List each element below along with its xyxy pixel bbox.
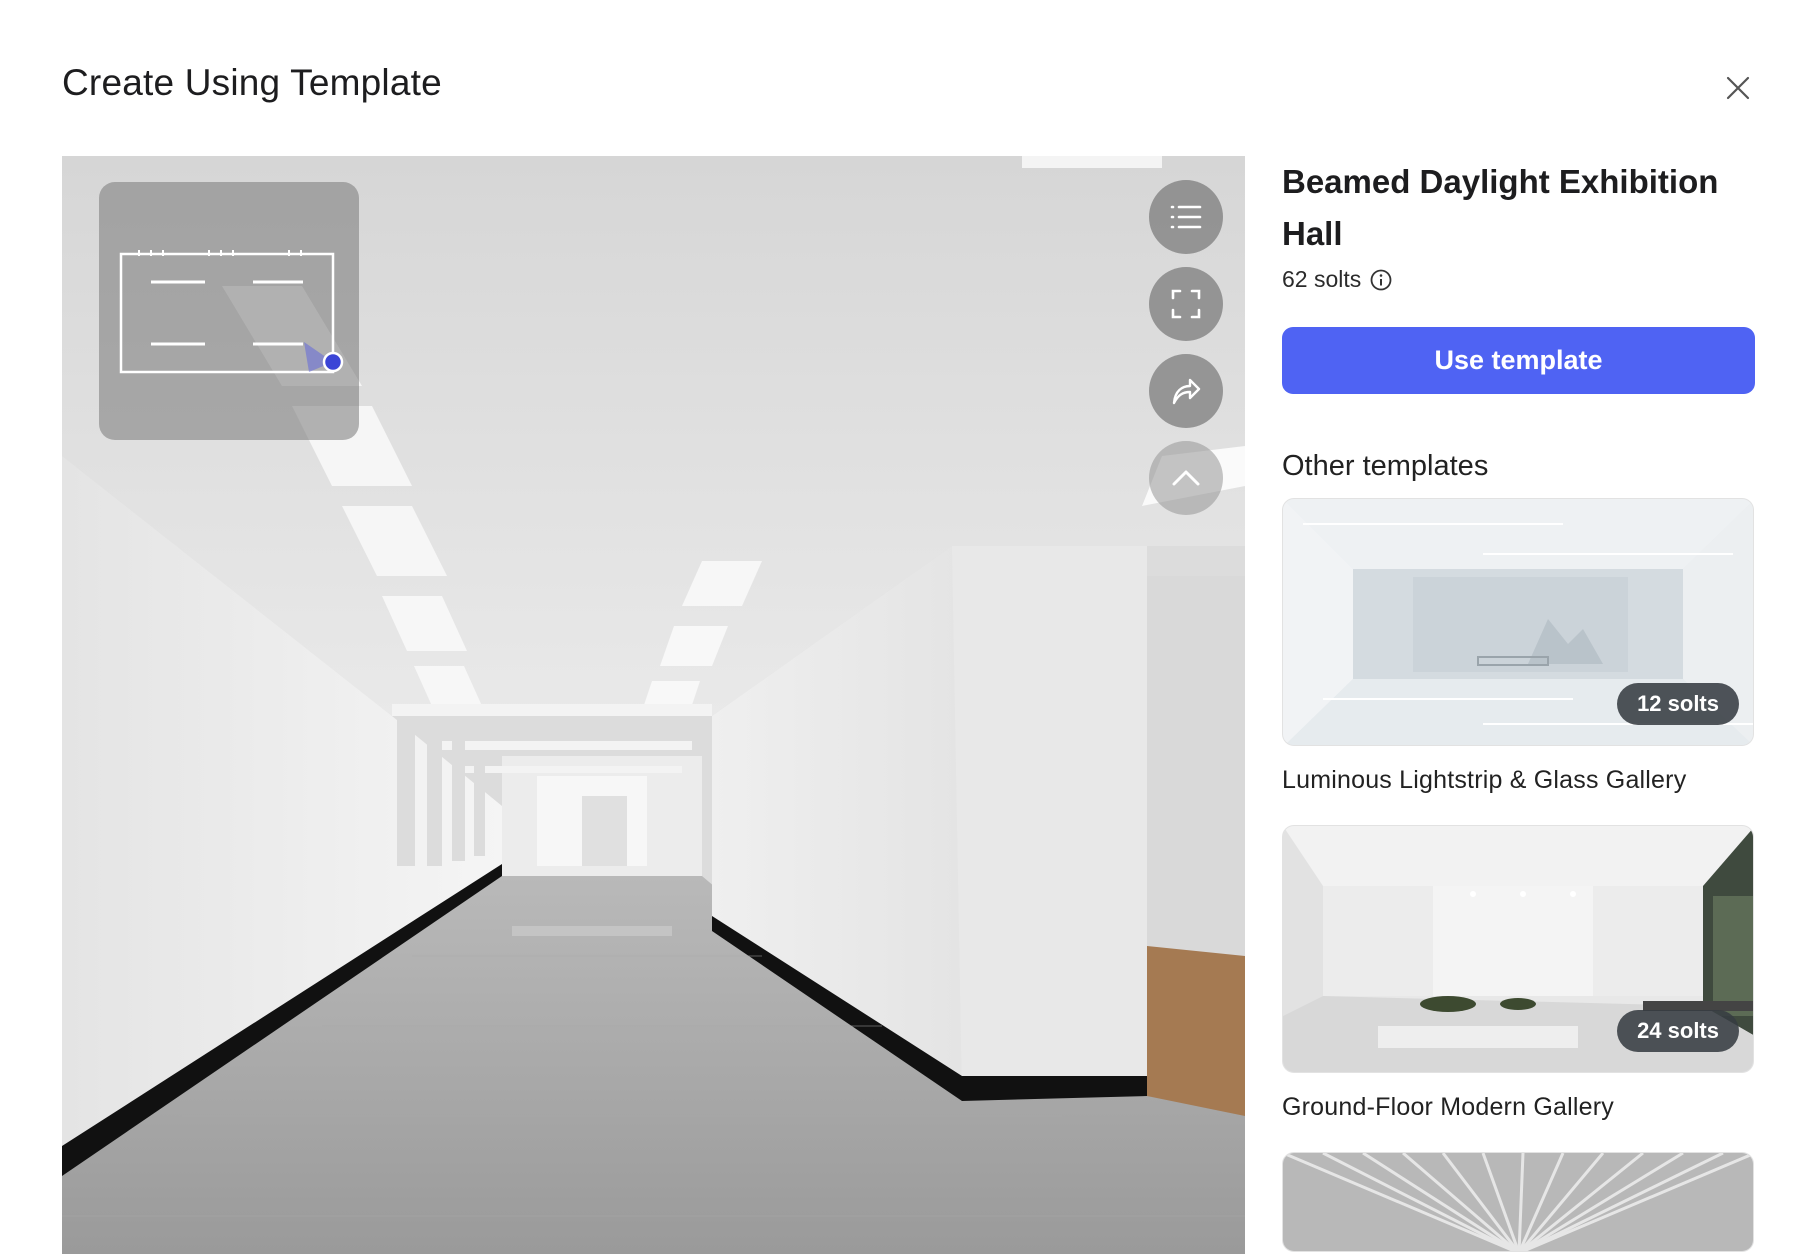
template-details-panel: Beamed Daylight Exhibition Hall 62 solts… <box>1282 156 1756 1252</box>
slot-count: 62 solts <box>1282 266 1756 293</box>
fullscreen-button[interactable] <box>1149 267 1223 341</box>
close-button[interactable] <box>1718 68 1758 108</box>
list-icon <box>1170 205 1202 229</box>
dialog-title: Create Using Template <box>62 62 442 103</box>
template-card[interactable]: 12 solts Luminous Lightstrip & Glass Gal… <box>1282 498 1756 795</box>
list-button[interactable] <box>1149 180 1223 254</box>
template-card-name[interactable]: Ground-Floor Modern Gallery <box>1282 1093 1756 1122</box>
share-icon <box>1172 378 1201 405</box>
chevron-up-icon <box>1172 470 1200 486</box>
template-3d-preview[interactable] <box>62 156 1245 1254</box>
template-thumbnail[interactable] <box>1282 1152 1754 1252</box>
use-template-button[interactable]: Use template <box>1282 327 1755 394</box>
template-thumbnail[interactable]: 24 solts <box>1282 825 1754 1073</box>
minimap-position-marker <box>322 351 344 373</box>
slot-badge: 12 solts <box>1617 683 1739 725</box>
info-icon[interactable] <box>1369 268 1393 292</box>
slot-badge: 24 solts <box>1617 1010 1739 1052</box>
floor-plan-minimap[interactable] <box>99 182 359 440</box>
other-templates-heading: Other templates <box>1282 450 1489 482</box>
slot-count-text: 62 solts <box>1282 266 1362 292</box>
template-card-name[interactable]: Luminous Lightstrip & Glass Gallery <box>1282 766 1756 795</box>
close-icon <box>1726 76 1750 100</box>
template-thumbnail[interactable]: 12 solts <box>1282 498 1754 746</box>
template-card[interactable] <box>1282 1152 1756 1252</box>
template-card[interactable]: 24 solts Ground-Floor Modern Gallery <box>1282 825 1756 1122</box>
fullscreen-icon <box>1171 289 1201 319</box>
collapse-button[interactable] <box>1149 441 1223 515</box>
share-button[interactable] <box>1149 354 1223 428</box>
template-name: Beamed Daylight Exhibition Hall <box>1282 163 1719 252</box>
